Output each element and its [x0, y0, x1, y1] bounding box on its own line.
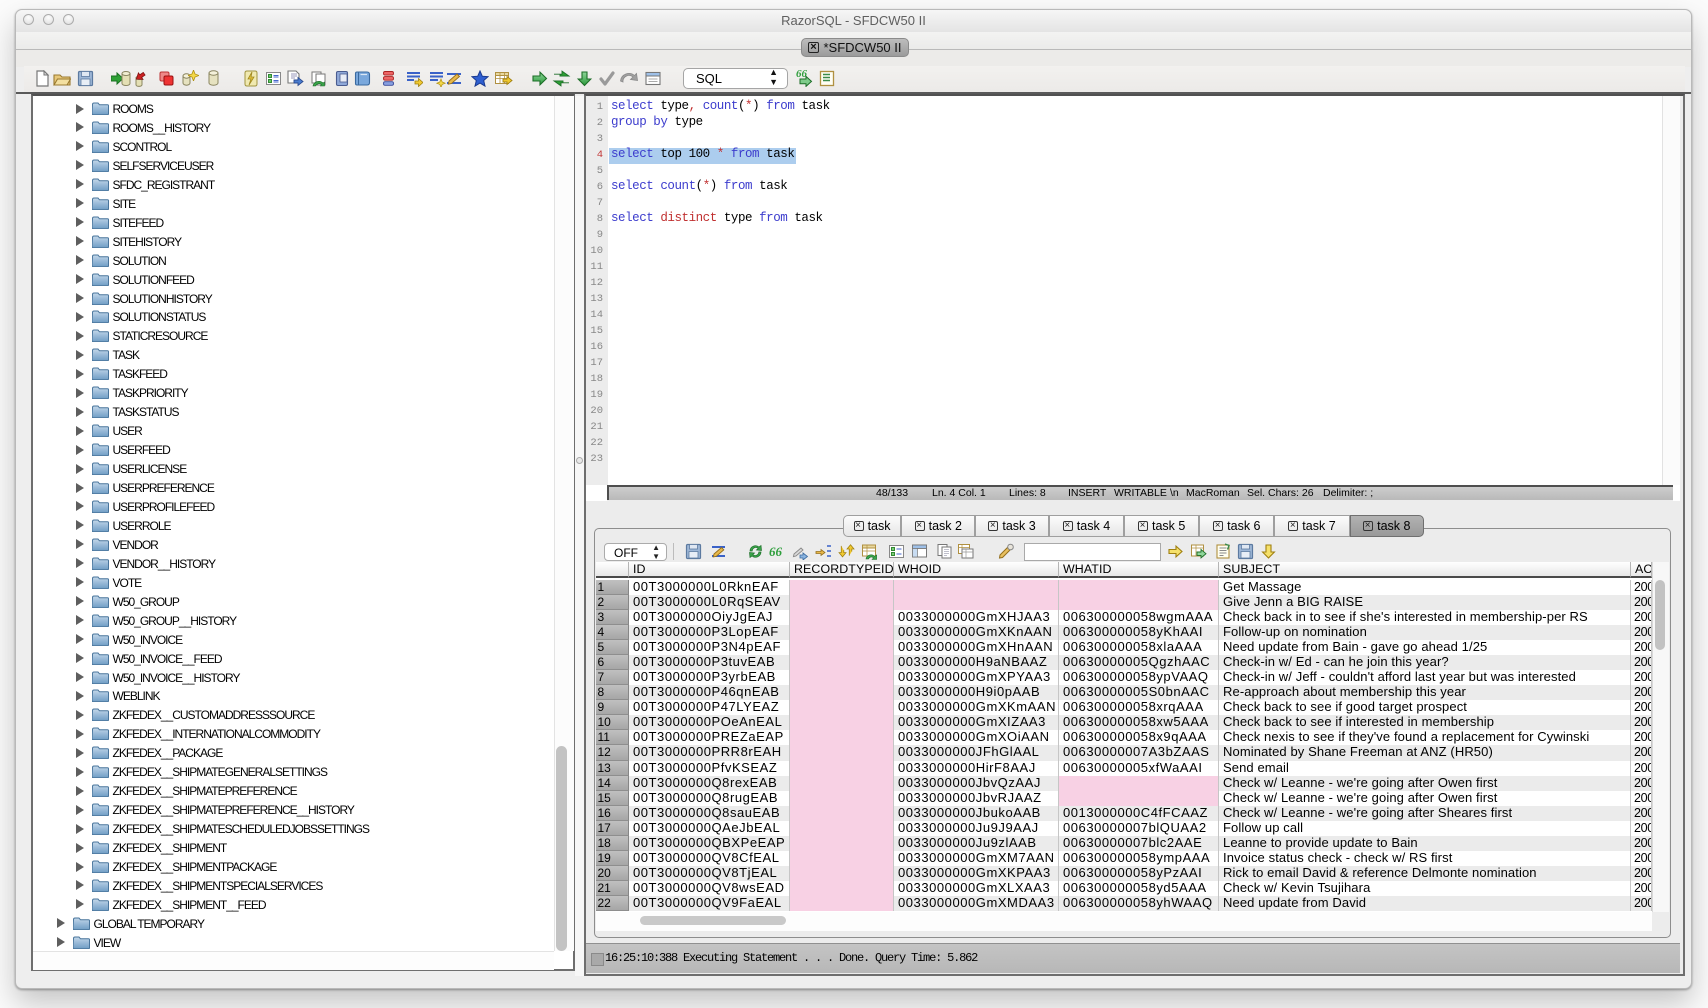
- svg-text:66: 66: [769, 544, 783, 559]
